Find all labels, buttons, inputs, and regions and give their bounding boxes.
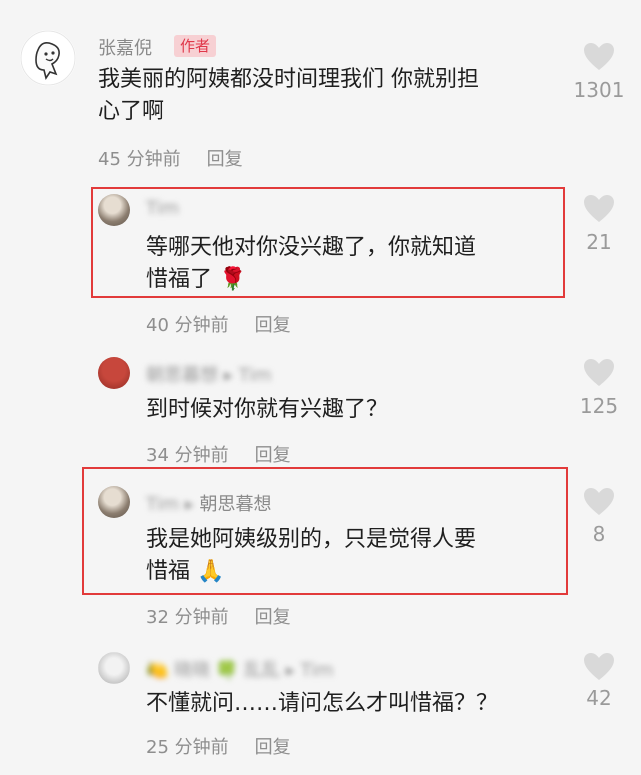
comment-meta: 32 分钟前 回复: [146, 603, 291, 629]
like-button[interactable]: [569, 487, 629, 521]
user-avatar[interactable]: [98, 194, 130, 226]
comment-username: 朝思暮想: [146, 365, 218, 386]
like-button[interactable]: [569, 652, 629, 686]
author-avatar[interactable]: [20, 30, 76, 86]
heart-icon: [584, 653, 614, 680]
like-count: 8: [592, 522, 606, 546]
comment-text: 到时候对你就有兴趣了？: [146, 397, 389, 422]
user-avatar[interactable]: [98, 357, 130, 389]
comment-username[interactable]: 张嘉倪: [98, 34, 152, 60]
reply-button[interactable]: 回复: [255, 737, 291, 758]
reply-to-username: 朝思暮想: [199, 494, 272, 515]
comment-time: 25 分钟前: [146, 737, 229, 758]
heart-icon: [584, 43, 614, 70]
comment-username-line[interactable]: 🍋 晓晓 🍀 乱乱 ▸ Tim: [146, 656, 334, 682]
comment-username[interactable]: Tim: [146, 198, 179, 219]
reply-to-username: Tim: [300, 660, 334, 681]
comment-text: 我是她阿姨级别的，只是觉得人要 惜福 🙏: [146, 527, 477, 584]
reply-arrow-icon: ▸: [184, 494, 194, 515]
comment-meta: 45 分钟前 回复: [98, 145, 243, 171]
comment-meta: 40 分钟前 回复: [146, 311, 291, 337]
author-badge: 作者: [174, 35, 217, 57]
reply-button[interactable]: 回复: [255, 315, 291, 336]
like-count: 42: [586, 686, 612, 710]
like-button[interactable]: [569, 358, 629, 392]
reply-button[interactable]: 回复: [255, 445, 291, 466]
comment-username: 🍋 晓晓 🍀 乱乱: [146, 660, 280, 681]
like-count: 21: [586, 230, 612, 254]
comment-username: Tim: [146, 494, 179, 515]
comment-text: 等哪天他对你没兴趣了，你就知道 惜福了 🌹: [146, 235, 477, 292]
heart-icon: [584, 488, 614, 515]
heart-icon: [584, 195, 614, 222]
comment-meta: 34 分钟前 回复: [146, 441, 291, 467]
reply-button[interactable]: 回复: [255, 607, 291, 628]
comment-username-line[interactable]: Tim ▸ 朝思暮想: [146, 490, 272, 516]
reply-arrow-icon: ▸: [285, 660, 295, 681]
reply-button[interactable]: 回复: [207, 149, 243, 170]
comment-time: 45 分钟前: [98, 149, 181, 170]
like-button[interactable]: [569, 194, 629, 228]
user-avatar[interactable]: [98, 652, 130, 684]
comment-screen: { "comments": [ { "username": "张嘉倪", "ba…: [0, 0, 641, 775]
heart-icon: [584, 359, 614, 386]
user-avatar[interactable]: [98, 486, 130, 518]
like-button[interactable]: [569, 42, 629, 76]
comment-time: 34 分钟前: [146, 445, 229, 466]
comment-time: 32 分钟前: [146, 607, 229, 628]
reply-to-username: Tim: [238, 365, 272, 386]
comment-text: 不懂就问……请问怎么才叫惜福？？: [146, 691, 499, 716]
like-count: 1301: [573, 78, 625, 102]
comment-username-line[interactable]: 朝思暮想 ▸ Tim: [146, 361, 272, 387]
comment-text: 我美丽的阿姨都没时间理我们 你就别担 心了啊: [98, 67, 479, 124]
comment-meta: 25 分钟前 回复: [146, 733, 291, 759]
like-count: 125: [579, 394, 619, 418]
cartoon-avatar-icon: [20, 30, 76, 86]
reply-arrow-icon: ▸: [223, 365, 233, 386]
comment-time: 40 分钟前: [146, 315, 229, 336]
